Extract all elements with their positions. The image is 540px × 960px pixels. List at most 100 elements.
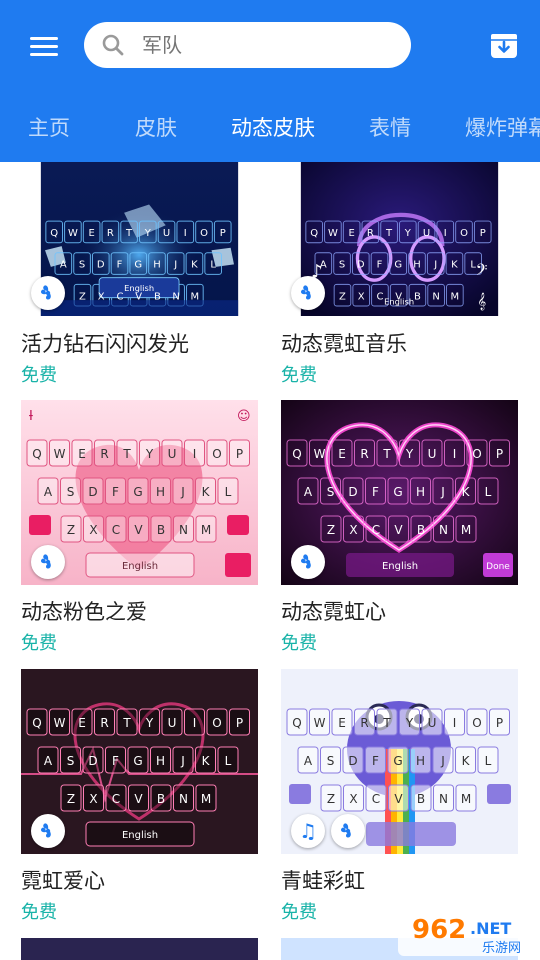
keyboard-key-label: L [485,485,492,499]
keyboard-key-label: A [44,485,53,499]
keyboard-key-label: L [225,754,232,768]
keyboard-key-label: N [172,291,179,302]
search-box[interactable] [84,22,411,68]
keyboard-key-label: X [98,291,105,302]
keyboard-key-label: H [416,754,425,768]
keyboard-key-label: T [122,447,131,461]
keyboard-key-label: B [417,792,425,806]
keyboard-key-label: Z [79,291,86,302]
keyboard-key-label: I [444,228,447,239]
keyboard-key-label: O [212,447,221,461]
tab-dynamic-skins[interactable]: 动态皮肤 [231,112,315,142]
keyboard-key-label: M [461,523,471,537]
music-note-icon: ♫ [291,814,325,848]
keyboard-key-label: T [382,716,391,730]
skin-thumbnail: English QWERTYUIOPASDFGHJKLZXCVBNM [21,162,258,316]
dynamic-skin-badge [31,276,65,310]
keyboard-key-label: Y [404,228,412,239]
fan-icon [301,554,311,569]
keyboard-key-label: D [88,754,97,768]
skin-thumbnail: QWERTYU I O P ASD FGH J KL ZX CVBNM ♫ [281,669,518,854]
keyboard-key-label: D [88,485,97,499]
keyboard-key-label: H [153,260,161,271]
tab-barrage[interactable]: 爆炸弹幕 [465,112,540,142]
keyboard-key-label: W [314,716,326,730]
keyboard-key-label: Y [144,228,152,239]
keyboard-key-label: V [394,523,403,537]
skin-price: 免费 [281,633,317,654]
keyboard-key-label: C [112,792,120,806]
search-icon [102,34,124,56]
keyboard-key-label: S [67,754,75,768]
keyboard-key-label: U [168,447,177,461]
keyboard-key-label: X [349,792,357,806]
keyboard-key-label: Y [145,716,154,730]
keyboard-key-label: T [125,228,133,239]
keyboard-key-label: Y [405,716,414,730]
tab-home[interactable]: 主页 [28,112,70,142]
keyboard-key-label: N [432,291,439,302]
keyboard-key-label: V [134,792,143,806]
keyboard-key-label: J [433,260,437,271]
keyboard-key-label: M [191,291,200,302]
skin-card-partial[interactable] [21,938,258,960]
download-box-icon[interactable] [489,30,519,60]
keyboard-key-label: U [168,716,177,730]
keyboard-key-label: E [78,447,86,461]
keyboard-key-label: N [179,523,188,537]
dynamic-skin-badge [291,276,325,310]
keyboard-key-label: T [385,228,393,239]
search-input[interactable] [142,31,392,59]
keyboard-key-label: F [117,260,123,271]
keyboard-key-label: Q [50,228,58,239]
keyboard-key-label: S [327,754,335,768]
tab-skins[interactable]: 皮肤 [135,112,177,142]
keyboard-key-label: F [372,485,379,499]
keyboard-key-label: K [202,485,211,499]
keyboard-key-label: U [423,228,430,239]
tab-emoji[interactable]: 表情 [369,112,411,142]
keyboard-key-label: F [112,485,119,499]
fan-icon [41,554,51,569]
keyboard-key-label: V [135,291,142,302]
keyboard-key-label: K [191,260,198,271]
keyboard-key-label: W [54,716,66,730]
keyboard-key-label: G [134,260,142,271]
keyboard-key-label: S [339,260,345,271]
cursor-icon: Ɨ [29,409,33,424]
space-key-label: English [382,561,418,572]
keyboard-key-label: K [451,260,458,271]
keyboard-key-label: Z [67,523,75,537]
menu-icon-bar [30,37,58,40]
keyboard-key-label: I [193,447,197,461]
keyboard-key-label: I [184,228,187,239]
keyboard-key-label: N [179,792,188,806]
skin-price: 免费 [21,365,57,386]
fan-icon [301,285,311,300]
keyboard-key-label: Z [327,523,335,537]
menu-button[interactable] [28,34,62,60]
watermark-number: 962 [412,915,466,945]
keyboard-key-label: R [100,447,108,461]
keyboard-key-label: R [100,716,108,730]
keyboard-key-label: P [220,228,226,239]
keyboard-key-label: A [44,754,53,768]
dynamic-skin-badge [31,814,65,848]
keyboard-key-label: B [157,792,165,806]
skin-name: 动态霓虹心 [281,600,386,624]
keyboard-key-label: Q [292,716,301,730]
fan-icon [41,285,51,300]
keyboard-key-label: R [360,447,368,461]
skin-name: 青蛙彩虹 [281,869,365,893]
keyboard-key-label: F [377,260,383,271]
keyboard-key-label: O [472,716,481,730]
keyboard-key-label: Z [67,792,75,806]
keyboard-key-label: J [180,485,185,499]
done-key-label: Done [486,562,510,572]
treble-clef-icon: 𝄞 [477,292,486,310]
keyboard-key-label: T [382,447,391,461]
keyboard-key-label: U [163,228,170,239]
keyboard-key-label: N [439,792,448,806]
keyboard-key-label: U [428,447,437,461]
keyboard-key-label: O [212,716,221,730]
